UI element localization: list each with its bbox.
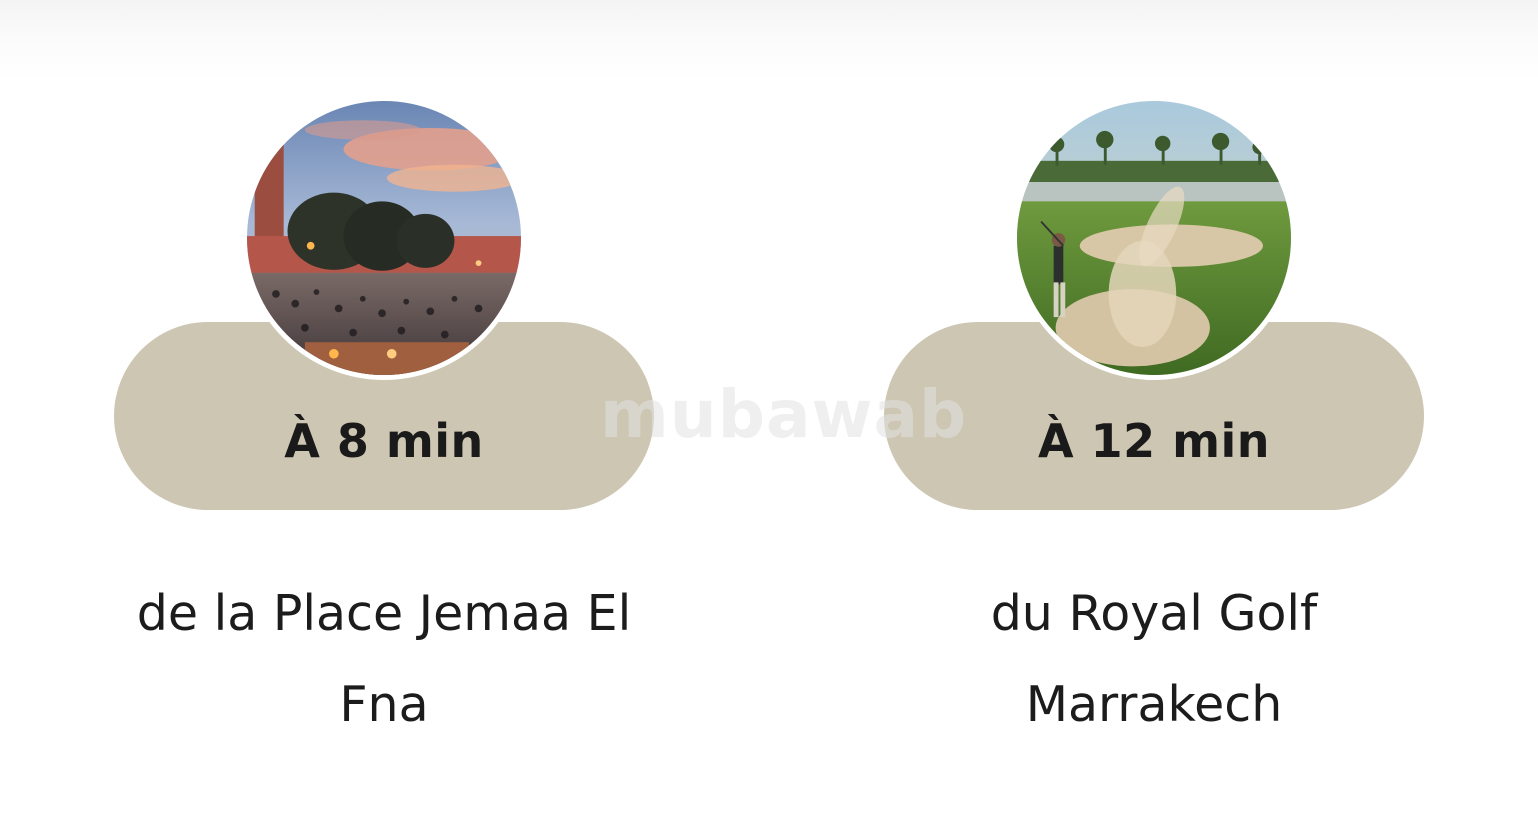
- destination-caption: de la Place Jemaa El Fna: [84, 568, 684, 750]
- caption-line-2: Fna: [339, 676, 429, 733]
- destination-caption: du Royal Golf Marrakech: [854, 568, 1454, 750]
- jemaa-el-fna-image: [247, 101, 521, 375]
- caption-line-1: du Royal Golf: [990, 585, 1318, 642]
- caption-line-1: de la Place Jemaa El: [136, 585, 632, 642]
- royal-golf-image: [1017, 101, 1291, 375]
- jemaa-el-fna-photo: [242, 96, 526, 380]
- distance-card-jemaa-el-fna: À 8 min de la Place Jemaa El Fna: [104, 0, 664, 825]
- royal-golf-photo: [1012, 96, 1296, 380]
- time-label: À 8 min: [284, 414, 484, 468]
- caption-line-2: Marrakech: [1025, 676, 1283, 733]
- page: À 8 min de la Place Jemaa El Fna À 12 mi…: [0, 0, 1538, 825]
- mubawab-watermark: mubawab: [600, 376, 968, 453]
